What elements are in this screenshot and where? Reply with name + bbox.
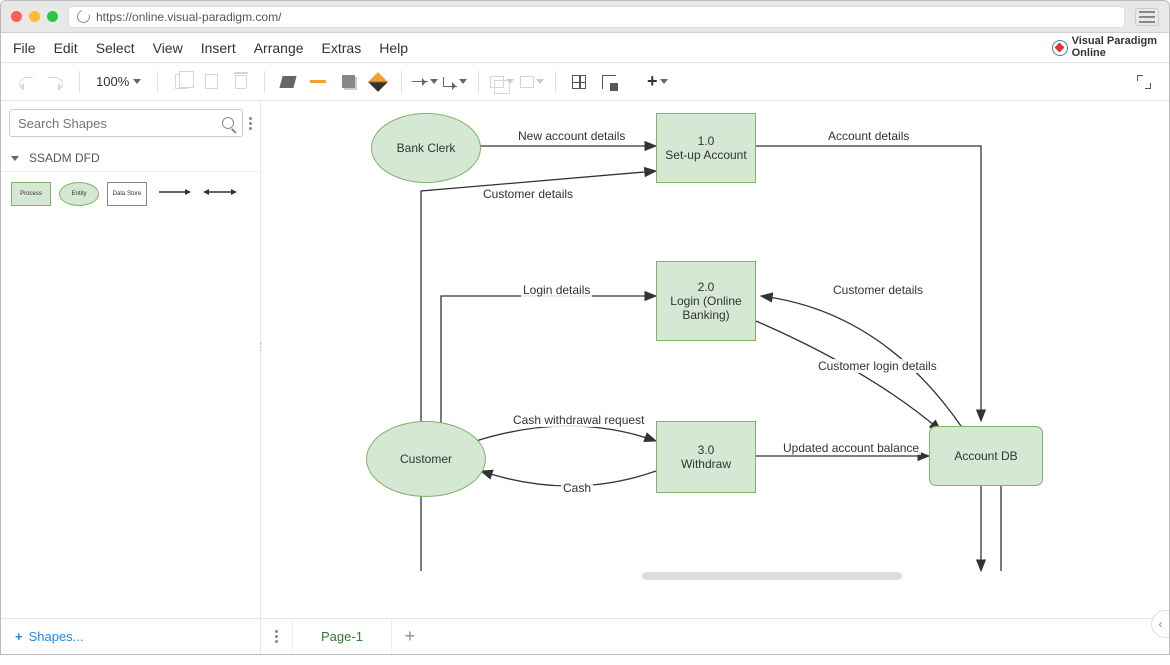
- page-tab-1[interactable]: Page-1: [293, 619, 392, 654]
- brand-logo[interactable]: Visual Paradigm Online: [1052, 36, 1157, 59]
- label-cash: Cash: [561, 481, 593, 495]
- menu-file[interactable]: File: [13, 40, 36, 56]
- titlebar: https://online.visual-paradigm.com/: [1, 1, 1169, 33]
- url-text: https://online.visual-paradigm.com/: [96, 10, 281, 24]
- process-1-setup-account[interactable]: 1.0Set-up Account: [656, 113, 756, 183]
- label-customer-login-details: Customer login details: [816, 359, 939, 373]
- label-customer-details-1: Customer details: [481, 187, 575, 201]
- sidebar-menu-icon[interactable]: [249, 117, 252, 130]
- close-window-icon[interactable]: [11, 11, 22, 22]
- window-controls: [11, 11, 58, 22]
- stroke-button[interactable]: [305, 69, 331, 95]
- collapse-icon: [11, 156, 19, 161]
- diagram-canvas[interactable]: Bank Clerk Customer 1.0Set-up Account 2.…: [261, 101, 1169, 618]
- datastore-account-db[interactable]: Account DB: [936, 426, 1036, 486]
- more-shapes-label: Shapes...: [29, 629, 84, 644]
- grid-button[interactable]: [566, 69, 592, 95]
- entity-customer[interactable]: Customer: [366, 421, 486, 497]
- label-customer-details-2: Customer details: [831, 283, 925, 297]
- fullscreen-button[interactable]: [1131, 69, 1157, 95]
- shape-arrow-one[interactable]: [155, 182, 193, 202]
- connection-style-button[interactable]: [412, 69, 438, 95]
- menu-insert[interactable]: Insert: [201, 40, 236, 56]
- menu-view[interactable]: View: [153, 40, 183, 56]
- menu-arrange[interactable]: Arrange: [254, 40, 304, 56]
- url-bar[interactable]: https://online.visual-paradigm.com/: [68, 6, 1125, 28]
- menu-edit[interactable]: Edit: [54, 40, 78, 56]
- minimize-window-icon[interactable]: [29, 11, 40, 22]
- brand-line2: Online: [1072, 47, 1106, 59]
- copy-button[interactable]: [168, 69, 194, 95]
- menu-help[interactable]: Help: [379, 40, 408, 56]
- label-updated-account-balance: Updated account balance: [781, 441, 921, 455]
- page-bar: Page-1 +: [261, 618, 1169, 654]
- process-3-withdraw[interactable]: 3.0Withdraw: [656, 421, 756, 493]
- to-front-button[interactable]: [489, 69, 515, 95]
- browser-menu-icon[interactable]: [1135, 8, 1159, 26]
- paste-button[interactable]: [198, 69, 224, 95]
- entity-bank-clerk[interactable]: Bank Clerk: [371, 113, 481, 183]
- shape-arrow-two[interactable]: [201, 182, 239, 202]
- more-shapes-button[interactable]: + Shapes...: [1, 618, 260, 654]
- menubar: File Edit Select View Insert Arrange Ext…: [1, 33, 1169, 63]
- style-button[interactable]: [365, 69, 391, 95]
- shadow-button[interactable]: [335, 69, 361, 95]
- app-window: https://online.visual-paradigm.com/ File…: [0, 0, 1170, 655]
- page-menu-icon[interactable]: [261, 619, 293, 654]
- label-cash-withdrawal-request: Cash withdrawal request: [511, 413, 646, 427]
- waypoint-style-button[interactable]: [442, 69, 468, 95]
- insert-button[interactable]: +: [644, 69, 670, 95]
- horizontal-scrollbar[interactable]: [642, 572, 902, 580]
- shape-panel-header[interactable]: SSADM DFD: [1, 145, 260, 172]
- search-shapes-field[interactable]: [18, 116, 222, 131]
- undo-button[interactable]: [13, 69, 39, 95]
- shape-palette: Process Entity Data Store: [1, 172, 260, 216]
- menu-select[interactable]: Select: [96, 40, 135, 56]
- shape-datastore[interactable]: Data Store: [107, 182, 147, 206]
- maximize-window-icon[interactable]: [47, 11, 58, 22]
- chevron-down-icon: [133, 79, 141, 84]
- label-account-details: Account details: [826, 129, 911, 143]
- toolbar: 100% +: [1, 63, 1169, 101]
- shape-entity[interactable]: Entity: [59, 182, 99, 206]
- label-new-account-details: New account details: [516, 129, 627, 143]
- to-back-button[interactable]: [519, 69, 545, 95]
- label-login-details: Login details: [521, 283, 592, 297]
- delete-button[interactable]: [228, 69, 254, 95]
- main-area: SSADM DFD Process Entity Data Store + Sh…: [1, 101, 1169, 654]
- shape-process[interactable]: Process: [11, 182, 51, 206]
- panel-title: SSADM DFD: [29, 151, 100, 165]
- search-shapes-input[interactable]: [9, 109, 243, 137]
- add-page-button[interactable]: +: [392, 619, 428, 654]
- brand-line1: Visual Paradigm: [1072, 35, 1157, 47]
- sidebar-splitter[interactable]: ⋮: [259, 333, 263, 363]
- redo-button[interactable]: [43, 69, 69, 95]
- sidebar: SSADM DFD Process Entity Data Store + Sh…: [1, 101, 261, 654]
- search-icon[interactable]: [222, 117, 234, 129]
- process-2-login[interactable]: 2.0Login (Online Banking): [656, 261, 756, 341]
- brand-icon: [1052, 40, 1068, 56]
- menu-extras[interactable]: Extras: [322, 40, 362, 56]
- snap-button[interactable]: [596, 69, 622, 95]
- reload-icon[interactable]: [75, 8, 93, 26]
- fill-button[interactable]: [275, 69, 301, 95]
- zoom-select[interactable]: 100%: [90, 74, 147, 89]
- canvas-wrap: Bank Clerk Customer 1.0Set-up Account 2.…: [261, 101, 1169, 654]
- zoom-value: 100%: [96, 74, 129, 89]
